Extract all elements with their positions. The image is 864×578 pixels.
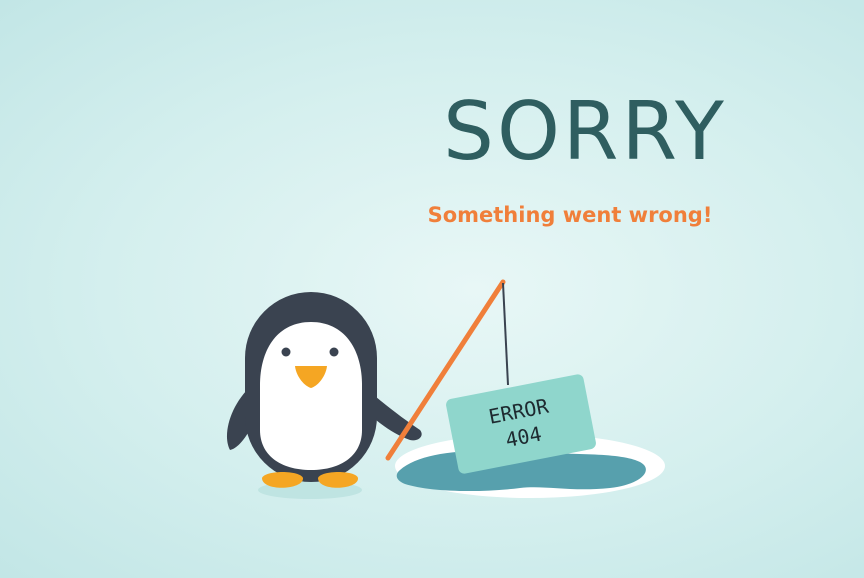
penguin-right-eye bbox=[329, 347, 339, 357]
error-page: SORRY Something went wrong! ERROR 404 bbox=[0, 0, 864, 578]
penguin-belly bbox=[260, 322, 362, 470]
penguin bbox=[226, 292, 422, 488]
penguin-left-eye bbox=[281, 347, 291, 357]
fishing-line bbox=[502, 282, 509, 386]
penguin-fishing-illustration: ERROR 404 bbox=[226, 279, 665, 499]
